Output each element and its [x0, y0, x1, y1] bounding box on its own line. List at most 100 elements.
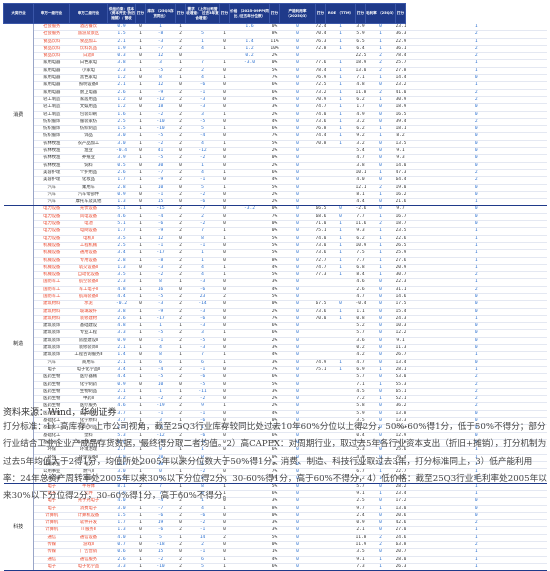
value-cell [229, 322, 270, 331]
value-cell: 0 [279, 337, 316, 346]
table-row: 食品饮料 白酒Ⅱ 0.3 0 12 0 0.2 2% 0 22.5 2 78.4 2 [4, 52, 547, 61]
value-cell: 41 [145, 147, 176, 156]
value-cell: 6 [145, 359, 176, 367]
value-cell: 8.1 [355, 191, 366, 200]
value-cell: 9.2 [355, 132, 366, 141]
value-cell: 21.6 [395, 198, 406, 207]
value-cell [229, 308, 270, 316]
value-cell: 0 [365, 526, 396, 535]
value-cell: 1 [185, 249, 220, 258]
value-cell: 0 [405, 74, 547, 83]
value-cell: 0 [219, 132, 230, 141]
value-cell: 1 [325, 235, 356, 243]
value-cell: 70.0% [315, 315, 326, 324]
value-cell: 1 [405, 198, 547, 207]
value-cell: 74.7% [315, 264, 326, 273]
value-cell [229, 176, 270, 185]
value-cell: 0 [135, 162, 146, 170]
value-cell [315, 191, 326, 200]
value-cell: -1 [145, 242, 176, 251]
value-cell: 0 [279, 38, 316, 46]
value-cell: 1 [365, 264, 396, 273]
value-cell: 4 [185, 271, 220, 280]
level1-industry-cell: 医药生物 [33, 388, 70, 397]
value-cell: 9 [185, 402, 220, 411]
value-cell [325, 381, 356, 389]
level1-industry-cell: 机械设备 [33, 264, 70, 273]
value-cell: 1 [325, 257, 356, 265]
value-cell: 73.2% [315, 89, 326, 97]
value-cell [229, 351, 270, 360]
value-cell: 1 [325, 118, 356, 127]
value-cell: 6% [269, 81, 280, 90]
value-cell: 0 [219, 395, 230, 404]
value-cell: 1 [219, 59, 230, 68]
value-cell: 2 [365, 184, 396, 192]
level2-industry-cell: 黑色家电 [69, 74, 108, 83]
value-cell: 1 [175, 344, 186, 353]
level1-industry-cell: 家用电器 [33, 74, 70, 83]
value-cell [229, 118, 270, 127]
value-cell: -3 [185, 308, 220, 316]
table-row: 电力设备电池5.11-62-200%071.0%111.6218.70 [4, 220, 547, 229]
value-cell: 1 [135, 410, 146, 419]
value-cell: 1 [405, 23, 547, 32]
value-cell: 0 [219, 213, 230, 222]
value-cell [229, 162, 270, 170]
value-cell: 4% [269, 556, 280, 564]
level1-industry-cell: 电子 [33, 366, 70, 375]
value-cell: 2.4 [355, 512, 366, 521]
value-cell: 0 [279, 140, 316, 149]
value-cell [325, 541, 356, 550]
value-cell: 6.2 [355, 125, 366, 134]
value-cell: 2 [175, 308, 186, 316]
value-cell: 23.5 [395, 227, 406, 236]
value-cell: 9.7 [395, 205, 406, 214]
value-cell [229, 235, 270, 243]
value-cell [229, 249, 270, 258]
value-cell: 0 [365, 81, 396, 90]
value-cell: 1 [219, 271, 230, 280]
value-cell: 22.6 [395, 235, 406, 243]
value-cell: 0 [219, 249, 230, 258]
table-row: 传媒 游戏Ⅱ 0.7 0 -18 2 2 0 0% 0 11.9 2 63.8 2 [4, 541, 547, 550]
value-cell: 0 [135, 191, 146, 200]
value-cell [229, 67, 270, 76]
value-cell: 22.5 [355, 52, 366, 61]
value-cell: 7.3 [355, 563, 366, 571]
value-cell: 10.1 [355, 169, 366, 178]
value-cell: 2 [175, 169, 186, 178]
value-cell: 1 [365, 505, 396, 513]
value-cell [325, 519, 356, 528]
value-cell: 2 [175, 410, 186, 419]
value-cell: 0 [219, 242, 230, 251]
value-cell: 1 [365, 381, 396, 389]
level2-industry-cell: 电子化学品Ⅱ [69, 366, 108, 375]
value-cell: 2 [365, 89, 396, 97]
value-cell: -7 [145, 169, 176, 178]
value-cell: 14 [185, 534, 220, 543]
value-cell: 2.3 [107, 278, 136, 287]
value-cell: 13.5 [395, 140, 406, 149]
value-cell: 23.1 [395, 23, 406, 32]
value-cell: 2 [405, 30, 547, 39]
level1-industry-cell: 机械设备 [33, 257, 70, 265]
value-cell: 1 [175, 278, 186, 287]
header-cell: ROE （TTM） [325, 3, 356, 24]
value-cell: 1.3 [107, 198, 136, 207]
value-cell: 2 [175, 563, 186, 571]
value-cell: 0.3 [107, 52, 136, 61]
value-cell: 53.0 [395, 373, 406, 382]
value-cell [229, 227, 270, 236]
value-cell: 2.1 [107, 38, 136, 46]
value-cell: 27.0 [395, 526, 406, 535]
value-cell [315, 534, 326, 543]
value-cell: 2 [405, 395, 547, 404]
table-row: 医药生物 中药Ⅱ 3.2 1 -2 2 -2 0 2% 0 7.2 1 52.1 2 [4, 395, 547, 404]
value-cell: 0 [279, 30, 316, 39]
value-cell: 18.1 [395, 125, 406, 134]
table-row: 汽车 乘用车 2.8 1 10 0 5 1 5% 0 12.1 2 19.0 0 [4, 184, 547, 192]
level1-industry-cell: 机械设备 [33, 249, 70, 258]
value-cell: 3% [269, 526, 280, 535]
value-cell: 0 [219, 366, 230, 375]
